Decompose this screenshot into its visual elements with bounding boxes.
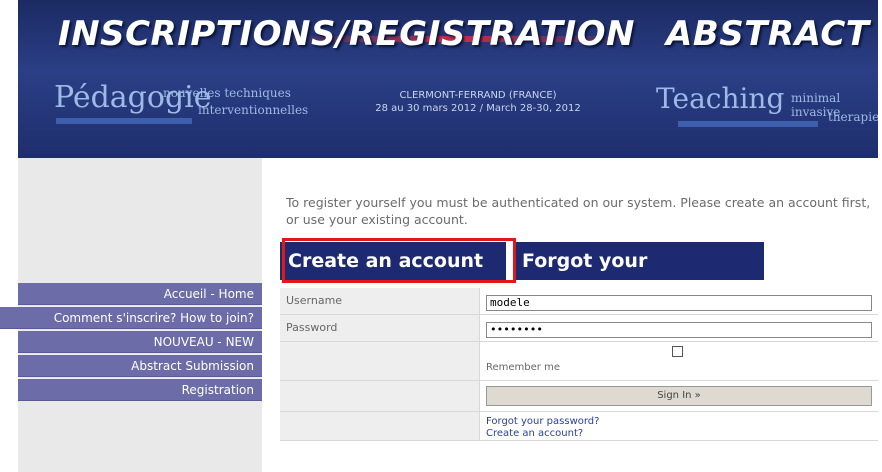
event-dates: 28 au 30 mars 2012 / March 28-30, 2012 xyxy=(375,103,581,114)
password-label: Password xyxy=(280,315,480,341)
signin-label-cell xyxy=(280,381,480,411)
teaching-subtitle-2: therapies xyxy=(828,110,878,124)
banner-title-abstract: ABSTRACT xyxy=(666,14,870,54)
create-account-link[interactable]: Create an account? xyxy=(486,428,583,439)
sidebar-item-abstract-submission[interactable]: Abstract Submission xyxy=(18,355,262,377)
remember-row: Remember me xyxy=(280,342,878,381)
username-cell xyxy=(480,288,878,314)
teaching-bar xyxy=(678,121,818,127)
username-row: Username xyxy=(280,288,878,315)
teaching-logo: Teaching xyxy=(656,82,785,115)
signin-row: Sign In » xyxy=(280,381,878,412)
password-input[interactable] xyxy=(486,321,872,338)
header-banner: INSCRIPTIONS/REGISTRATION ABSTRACT Pédag… xyxy=(18,0,878,158)
forgot-password-link[interactable]: Forgot your password? xyxy=(486,416,599,427)
sidebar-item-home[interactable]: Accueil - Home xyxy=(18,283,262,305)
remember-checkbox[interactable] xyxy=(672,346,683,357)
password-cell xyxy=(480,315,878,341)
remember-label-cell xyxy=(280,342,480,380)
content-area: Accueil - Home Comment s'inscrire? How t… xyxy=(0,158,878,472)
username-input[interactable] xyxy=(486,294,872,311)
event-location: CLERMONT-FERRAND (FRANCE) xyxy=(399,90,557,101)
sidebar-item-how-to-join[interactable]: Comment s'inscrire? How to join? xyxy=(0,307,262,329)
highlight-box xyxy=(282,238,516,283)
pedagogie-subtitle-1: nouvelles techniques xyxy=(163,86,291,100)
pedagogie-bar xyxy=(56,118,192,124)
username-label: Username xyxy=(280,288,480,314)
tab-forgot-password[interactable]: Forgot your password? xyxy=(514,242,764,310)
intro-text: To register yourself you must be authent… xyxy=(286,195,871,227)
links-row: Forgot your password? Create an account? xyxy=(280,412,878,441)
sidebar-item-registration[interactable]: Registration xyxy=(18,379,262,401)
sidebar: Accueil - Home Comment s'inscrire? How t… xyxy=(0,158,262,472)
pedagogie-subtitle-2: interventionnelles xyxy=(198,103,309,117)
sidebar-item-new[interactable]: NOUVEAU - NEW xyxy=(18,331,262,353)
login-form: Username Password Remember me Sign In » … xyxy=(280,288,878,441)
links-label-cell xyxy=(280,412,480,440)
signin-button[interactable]: Sign In » xyxy=(486,386,872,406)
password-row: Password xyxy=(280,315,878,342)
banner-title-registration: INSCRIPTIONS/REGISTRATION xyxy=(58,14,635,54)
remember-label: Remember me xyxy=(486,362,560,373)
